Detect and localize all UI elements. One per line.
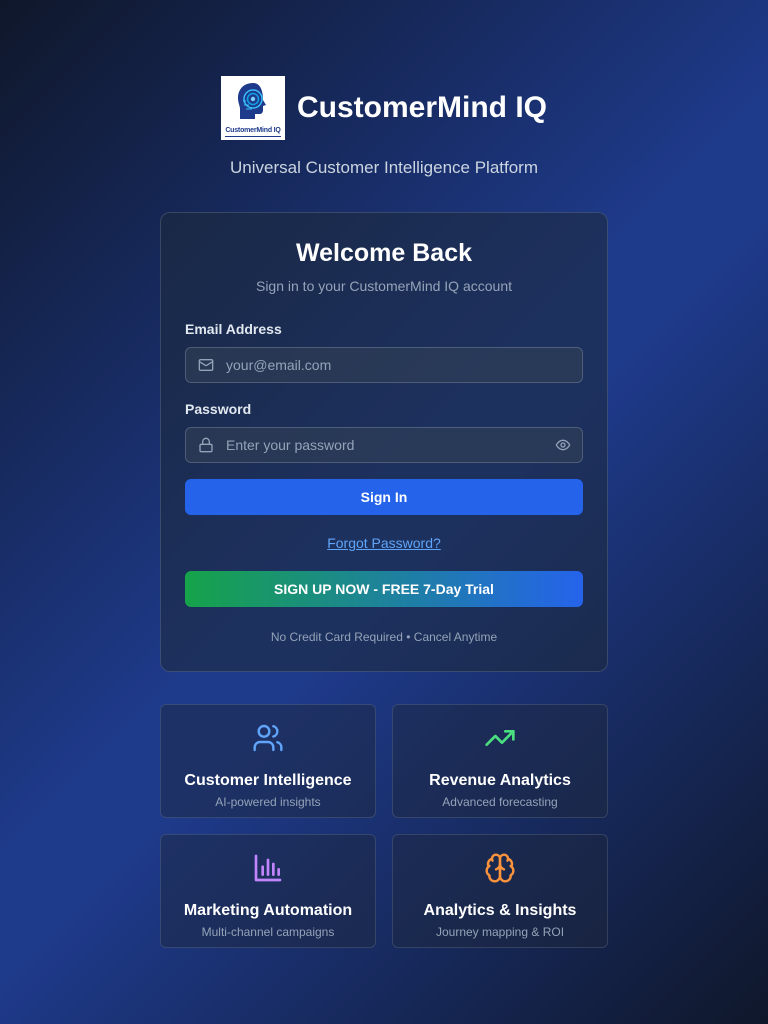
- password-input[interactable]: [226, 428, 544, 462]
- signup-fineprint: No Credit Card Required • Cancel Anytime: [270, 630, 498, 644]
- feature-card-marketing-automation: Marketing Automation Multi-channel campa…: [160, 834, 376, 948]
- feature-card-analytics-insights: Analytics & Insights Journey mapping & R…: [392, 834, 608, 948]
- feature-title: Analytics & Insights: [423, 902, 577, 919]
- feature-description: Advanced forecasting: [442, 795, 558, 809]
- logo-caption: CustomerMind IQ: [225, 127, 281, 134]
- login-title: Welcome Back: [295, 239, 472, 267]
- feature-description: AI-powered insights: [215, 795, 321, 809]
- password-label: Password: [185, 401, 252, 417]
- email-label: Email Address: [185, 321, 282, 337]
- feature-card-revenue-analytics: Revenue Analytics Advanced forecasting: [392, 704, 608, 818]
- email-input[interactable]: [226, 348, 582, 382]
- feature-description: Multi-channel campaigns: [201, 925, 335, 939]
- lock-icon: [186, 437, 226, 453]
- login-card: Welcome Back Sign in to your CustomerMin…: [160, 212, 608, 672]
- brand-name: CustomerMind IQ: [296, 91, 547, 124]
- ai-head-logo-icon: [237, 83, 266, 119]
- feature-title: Customer Intelligence: [184, 772, 352, 789]
- eye-icon[interactable]: [544, 437, 582, 453]
- sign-in-button[interactable]: Sign In: [185, 479, 583, 515]
- users-icon: [252, 721, 284, 755]
- brain-icon: [484, 851, 516, 885]
- logo-underline: [224, 136, 281, 137]
- login-subtitle: Sign in to your CustomerMind IQ account: [255, 278, 512, 294]
- feature-description: Journey mapping & ROI: [435, 925, 565, 939]
- feature-title: Revenue Analytics: [429, 772, 571, 789]
- brand-logo: CustomerMind IQ: [220, 76, 285, 140]
- email-field: [185, 347, 583, 383]
- bar-chart-icon: [252, 851, 284, 885]
- feature-card-customer-intelligence: Customer Intelligence AI-powered insight…: [160, 704, 376, 818]
- sign-up-trial-button[interactable]: SIGN UP NOW - FREE 7-Day Trial: [185, 571, 583, 607]
- password-field: [185, 427, 583, 463]
- brand-header: CustomerMind IQ CustomerMind IQ: [0, 76, 768, 140]
- brand-tagline: Universal Customer Intelligence Platform: [229, 158, 538, 177]
- mail-icon: [186, 357, 226, 373]
- feature-title: Marketing Automation: [183, 902, 353, 919]
- trending-up-icon: [484, 721, 516, 755]
- forgot-password-link[interactable]: Forgot Password?: [161, 535, 607, 551]
